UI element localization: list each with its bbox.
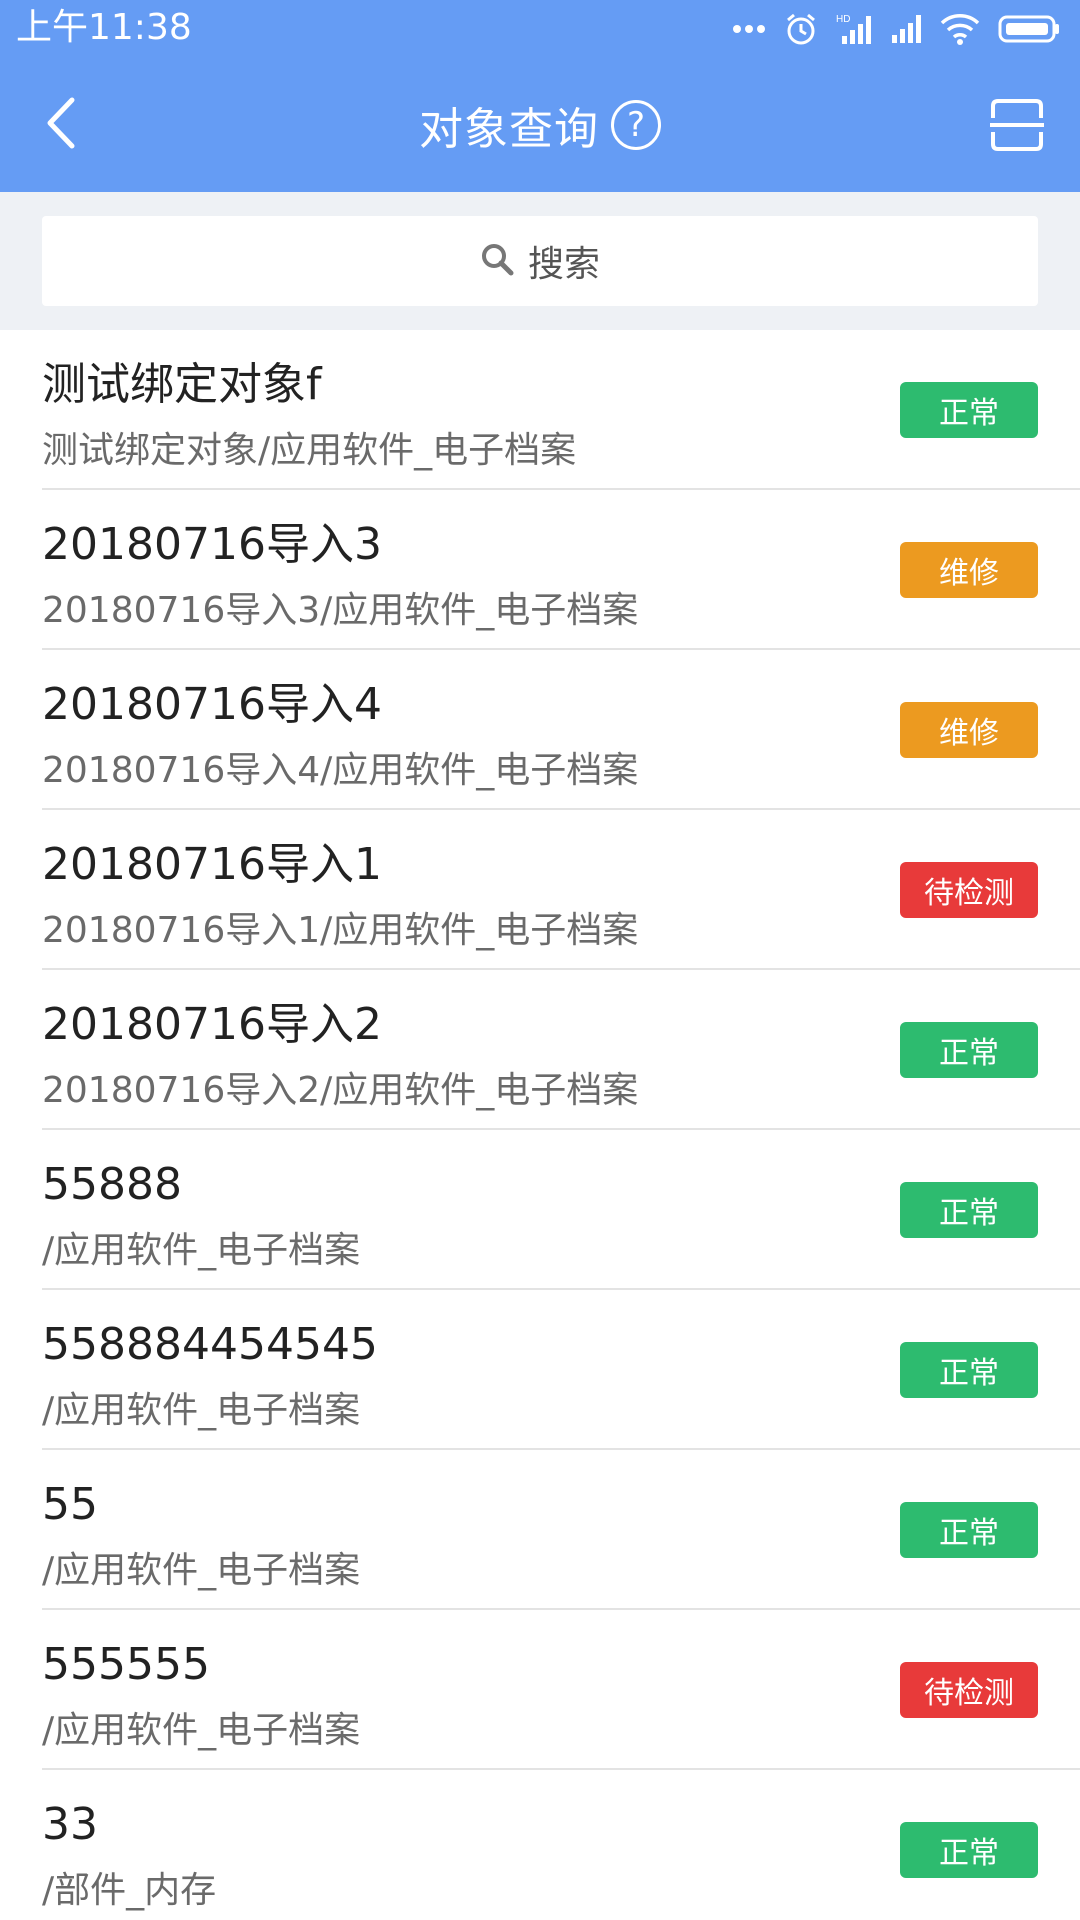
scan-icon <box>990 99 1044 156</box>
item-name: 20180716导入1 <box>42 839 382 890</box>
list-item[interactable]: 20180716导入3 20180716导入3/应用软件_电子档案 维修 <box>0 490 1080 650</box>
battery-icon <box>998 14 1060 44</box>
list-item[interactable]: 20180716导入1 20180716导入1/应用软件_电子档案 待检测 <box>0 810 1080 970</box>
status-badge: 正常 <box>900 1022 1038 1078</box>
item-name: 55 <box>42 1479 98 1530</box>
help-button[interactable]: ? <box>611 100 661 150</box>
list-item[interactable]: 55/应用软件_电子档案 正常 <box>0 1450 1080 1610</box>
nav-title-group: 对象查询 ? <box>0 58 1080 192</box>
item-path: /应用软件_电子档案 <box>42 1230 361 1271</box>
status-badge: 维修 <box>900 542 1038 598</box>
hd-signal-icon: HD <box>836 12 872 46</box>
search-icon <box>480 242 514 280</box>
status-badge: 待检测 <box>900 862 1038 918</box>
item-name: 20180716导入4 <box>42 679 382 730</box>
list-item[interactable]: 测试绑定对象f 测试绑定对象/应用软件_电子档案 正常 <box>0 330 1080 490</box>
status-badge: 待检测 <box>900 1662 1038 1718</box>
item-path: 20180716导入2/应用软件_电子档案 <box>42 1070 639 1111</box>
list-item[interactable]: 55888/应用软件_电子档案 正常 <box>0 1130 1080 1290</box>
status-badge: 正常 <box>900 1822 1038 1878</box>
screen: 上午11:38 HD 对象查询 ? 搜索 测试绑定对象f 测试绑定对象/应用软件… <box>0 0 1080 1920</box>
question-icon: ? <box>626 105 646 145</box>
item-path: 20180716导入1/应用软件_电子档案 <box>42 910 639 951</box>
item-path: 20180716导入3/应用软件_电子档案 <box>42 590 639 631</box>
list-item[interactable]: 33/部件_内存 正常 <box>0 1770 1080 1920</box>
item-path: /应用软件_电子档案 <box>42 1550 361 1591</box>
wifi-icon <box>940 13 980 45</box>
item-name: 20180716导入2 <box>42 999 382 1050</box>
item-path: 测试绑定对象/应用软件_电子档案 <box>42 430 577 471</box>
status-badge: 正常 <box>900 1342 1038 1398</box>
item-name: 55888 <box>42 1159 182 1210</box>
chevron-left-icon <box>42 96 78 154</box>
page-title: 对象查询 <box>419 104 599 155</box>
list-item[interactable]: 555555/应用软件_电子档案 待检测 <box>0 1610 1080 1770</box>
object-list: 测试绑定对象f 测试绑定对象/应用软件_电子档案 正常 20180716导入3 2018… <box>0 330 1080 1920</box>
status-badge: 正常 <box>900 1182 1038 1238</box>
item-name: 20180716导入3 <box>42 519 382 570</box>
list-item[interactable]: 558884454545/应用软件_电子档案 正常 <box>0 1290 1080 1450</box>
item-name: 558884454545 <box>42 1319 378 1370</box>
scan-button[interactable] <box>990 98 1044 152</box>
more-dots-icon <box>732 24 766 34</box>
item-name: 555555 <box>42 1639 210 1690</box>
search-input[interactable]: 搜索 <box>42 216 1038 306</box>
svg-text:HD: HD <box>836 14 850 25</box>
list-item[interactable]: 20180716导入2 20180716导入2/应用软件_电子档案 正常 <box>0 970 1080 1130</box>
status-bar: 上午11:38 HD <box>0 0 1080 58</box>
item-name: 33 <box>42 1799 98 1850</box>
status-badge: 正常 <box>900 382 1038 438</box>
status-badge: 正常 <box>900 1502 1038 1558</box>
item-path: /应用软件_电子档案 <box>42 1390 361 1431</box>
alarm-icon <box>784 12 818 46</box>
nav-bar: 对象查询 ? <box>0 58 1080 192</box>
signal-icon <box>890 13 922 45</box>
item-path: 20180716导入4/应用软件_电子档案 <box>42 750 639 791</box>
list-item[interactable]: 20180716导入4 20180716导入4/应用软件_电子档案 维修 <box>0 650 1080 810</box>
status-icons: HD <box>732 8 1060 50</box>
item-path: /应用软件_电子档案 <box>42 1710 361 1751</box>
item-path: /部件_内存 <box>42 1870 217 1911</box>
search-placeholder: 搜索 <box>527 244 600 285</box>
back-button[interactable] <box>30 92 90 158</box>
status-time: 上午11:38 <box>16 7 192 48</box>
item-name: 测试绑定对象f <box>42 359 322 410</box>
status-badge: 维修 <box>900 702 1038 758</box>
search-area: 搜索 <box>0 192 1080 330</box>
